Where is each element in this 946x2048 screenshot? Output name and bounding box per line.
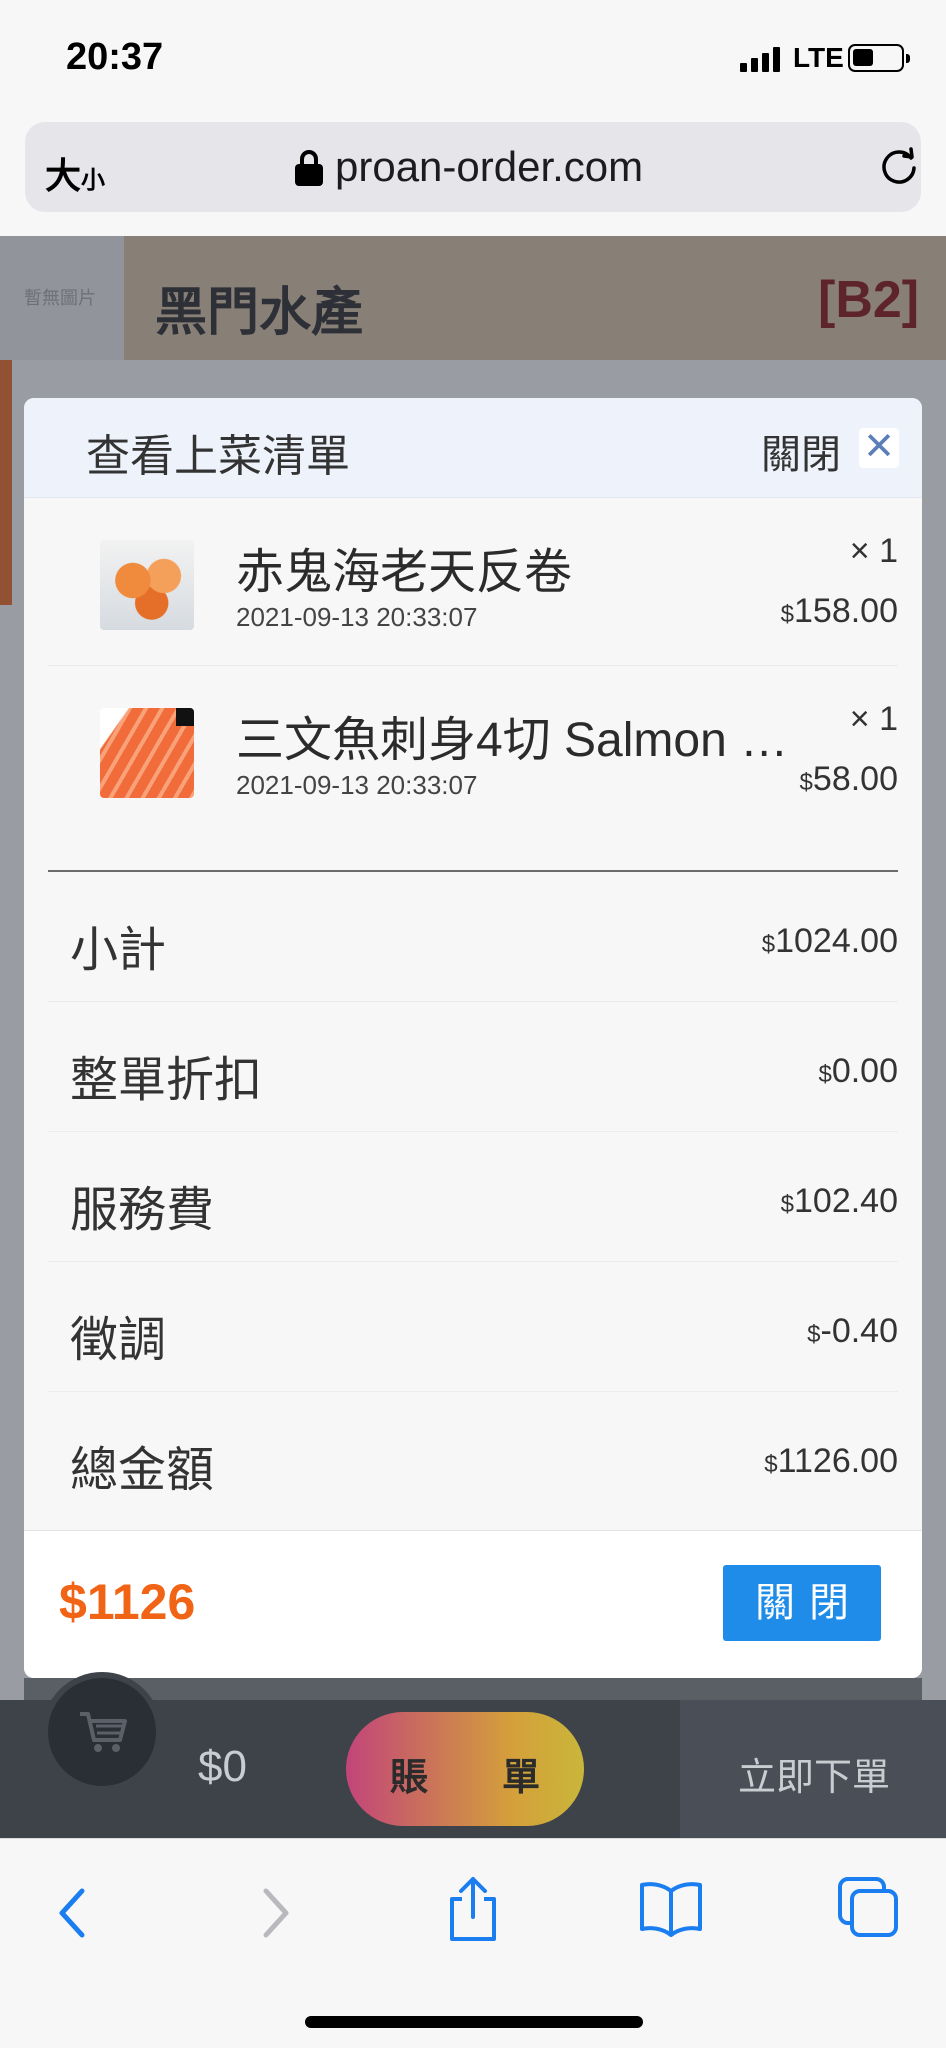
item-quantity: × 1: [849, 532, 898, 570]
summary-value: $1126.00: [764, 1442, 898, 1480]
forward-icon[interactable]: [256, 1883, 296, 1943]
text-size-button[interactable]: 大小: [45, 147, 105, 199]
bill-label-right: 單: [502, 1757, 541, 1799]
cart-icon: [80, 1712, 127, 1752]
status-time: 20:37: [66, 36, 164, 78]
network-type: LTE: [793, 42, 844, 73]
back-icon[interactable]: [52, 1883, 92, 1943]
bookmarks-icon[interactable]: [638, 1879, 704, 1937]
menu-item-peek: [24, 1678, 922, 1702]
lock-icon: [295, 150, 323, 186]
summary-value: $102.40: [780, 1182, 898, 1220]
summary-row-adjustment: 徵調 $-0.40: [48, 1262, 898, 1392]
summary-row-subtotal: 小計 $1024.00: [48, 872, 898, 1002]
item-name: 三文魚刺身4切 Salmon Sashimi 4pcs: [236, 714, 796, 767]
item-name: 赤鬼海老天反卷: [236, 546, 573, 599]
list-item: 赤鬼海老天反卷 2021-09-13 20:33:07 × 1 $158.00: [48, 498, 898, 666]
summary-value: $-0.40: [807, 1312, 898, 1350]
bill-label-left: 賬: [390, 1757, 429, 1799]
summary-row-service-fee: 服務費 $102.40: [48, 1132, 898, 1262]
salmon-sashimi-image: [100, 708, 194, 798]
share-icon[interactable]: [444, 1875, 502, 1943]
modal-footer: $1126 關閉: [24, 1530, 922, 1678]
summary-label: 整單折扣: [70, 1054, 263, 1107]
status-bar: 20:37 LTE: [0, 0, 946, 118]
shrimp-tempura-roll-image: [100, 540, 194, 630]
home-indicator: [305, 2016, 643, 2028]
tabs-icon[interactable]: [836, 1875, 902, 1941]
summary-label: 服務費: [70, 1184, 215, 1237]
modal-title: 查看上菜清單: [86, 432, 350, 481]
bill-button[interactable]: 賬 單: [346, 1712, 584, 1826]
summary-value: $1024.00: [761, 922, 898, 960]
list-item: 三文魚刺身4切 Salmon Sashimi 4pcs 2021-09-13 2…: [48, 666, 898, 834]
summary-label: 徵調: [70, 1314, 167, 1367]
place-order-label: 立即下單: [738, 1757, 891, 1799]
item-time: 2021-09-13 20:33:07: [236, 770, 478, 800]
cart-button[interactable]: [42, 1672, 162, 1792]
close-link[interactable]: 關閉: [761, 422, 841, 480]
summary-label: 總金額: [70, 1444, 215, 1497]
item-quantity: × 1: [849, 700, 898, 738]
cart-amount: $0: [198, 1742, 247, 1791]
summary-row-total: 總金額 $1126.00: [48, 1392, 898, 1522]
close-button[interactable]: 關閉: [723, 1565, 881, 1641]
item-time: 2021-09-13 20:33:07: [236, 602, 478, 632]
battery-icon: [848, 44, 910, 72]
served-list-modal: 查看上菜清單 關閉 ✕ 赤鬼海老天反卷 2021-09-13 20:33:07 …: [24, 398, 922, 1678]
close-icon[interactable]: ✕: [859, 428, 899, 468]
place-order-button[interactable]: 立即下單: [680, 1700, 946, 1838]
reload-icon[interactable]: [877, 144, 921, 188]
summary-label: 小計: [70, 924, 167, 977]
summary-value: $0.00: [818, 1052, 898, 1090]
cellular-signal-icon: [740, 46, 780, 72]
address-bar[interactable]: 大小 proan-order.com: [25, 122, 921, 212]
item-price: $158.00: [780, 592, 898, 630]
summary-row-discount: 整單折扣 $0.00: [48, 1002, 898, 1132]
item-price: $58.00: [799, 760, 898, 798]
grand-total: $1126: [59, 1574, 196, 1630]
url-text[interactable]: proan-order.com: [335, 143, 643, 191]
modal-header: 查看上菜清單 關閉 ✕: [24, 398, 922, 498]
order-action-bar: $0 賬 單 立即下單: [0, 1672, 946, 1838]
